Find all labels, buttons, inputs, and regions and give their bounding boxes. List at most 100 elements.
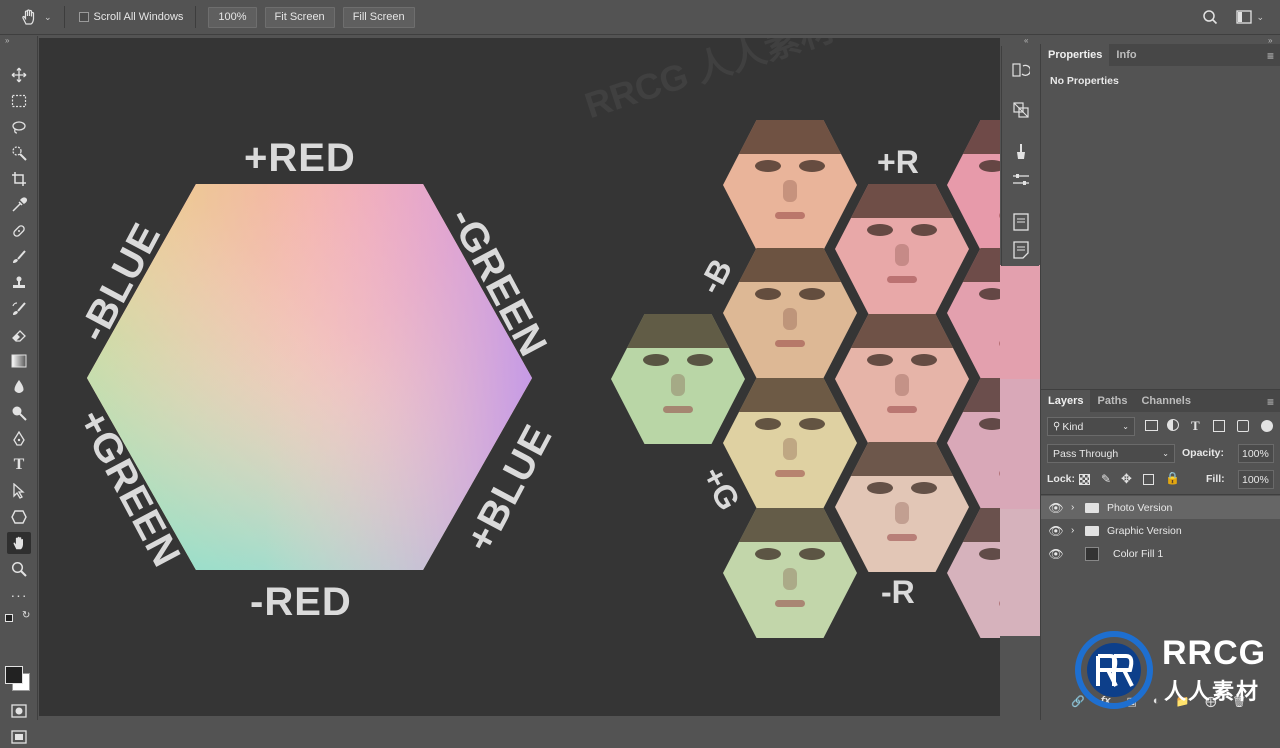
- search-icon[interactable]: [1202, 9, 1218, 25]
- tab-info[interactable]: Info: [1109, 44, 1143, 66]
- gradient-icon[interactable]: [7, 350, 31, 372]
- history-brush-icon[interactable]: [7, 298, 31, 320]
- opacity-value: 100%: [1242, 447, 1269, 460]
- filter-pixel-icon[interactable]: [1145, 420, 1158, 431]
- eye-icon[interactable]: 👁: [1041, 547, 1071, 561]
- scroll-all-windows-checkbox[interactable]: Scroll All Windows: [78, 11, 183, 23]
- collapse-arrows-icon[interactable]: «: [1024, 36, 1028, 45]
- document-canvas-edge: [1000, 265, 1040, 636]
- opacity-field[interactable]: 100%: [1238, 444, 1274, 463]
- fill-screen-button[interactable]: Fill Screen: [342, 6, 415, 28]
- crop-icon[interactable]: [7, 168, 31, 190]
- layer-row-color-fill[interactable]: 👁 Color Fill 1: [1041, 542, 1280, 565]
- workspace-icon[interactable]: [1236, 10, 1254, 24]
- document-canvas[interactable]: +RED -RED -BLUE -GREEN +GREEN +BLUE +R -…: [39, 38, 1000, 716]
- chevron-down-icon: ⌄: [1122, 422, 1129, 431]
- lock-all-icon[interactable]: 🔒: [1165, 471, 1180, 485]
- path-select-icon[interactable]: [7, 480, 31, 502]
- zoom-icon[interactable]: [7, 558, 31, 580]
- lock-label: Lock:: [1047, 473, 1076, 485]
- brush-settings-icon[interactable]: [1011, 142, 1031, 162]
- opacity-label: Opacity:: [1182, 447, 1225, 459]
- filter-smart-object-icon[interactable]: [1237, 420, 1249, 432]
- layer-row-photo-version[interactable]: 👁 › Photo Version: [1041, 496, 1280, 519]
- tab-layers[interactable]: Layers: [1041, 390, 1091, 412]
- chevron-right-icon[interactable]: ›: [1071, 502, 1085, 513]
- hand-icon: [22, 9, 35, 25]
- filter-shape-icon[interactable]: [1213, 420, 1225, 432]
- eyedropper-icon[interactable]: [7, 194, 31, 216]
- fill-label: Fill:: [1206, 473, 1225, 485]
- chevron-right-icon[interactable]: ›: [1071, 525, 1085, 536]
- panel-menu-icon[interactable]: ≡: [1267, 395, 1274, 409]
- brush-icon[interactable]: [7, 246, 31, 268]
- tools-panel: » T ··· ↻: [0, 36, 38, 744]
- notes-icon[interactable]: [1011, 240, 1031, 260]
- chevron-down-icon: ⌄: [1162, 449, 1169, 458]
- layer-name: Color Fill 1: [1113, 547, 1164, 560]
- marquee-icon[interactable]: [7, 90, 31, 112]
- panel-menu-icon[interactable]: ≡: [1267, 49, 1274, 63]
- properties-tabs: Properties Info: [1041, 44, 1280, 66]
- blend-mode-select[interactable]: Pass Through ⌄: [1047, 444, 1175, 463]
- screen-mode-icon[interactable]: [7, 726, 31, 748]
- filter-kind-label: Kind: [1062, 420, 1084, 433]
- separator: [195, 6, 197, 28]
- healing-icon[interactable]: [7, 220, 31, 242]
- lock-transparency-icon[interactable]: [1079, 474, 1090, 485]
- collapse-arrows-icon[interactable]: »: [5, 36, 9, 45]
- fit-screen-button[interactable]: Fit Screen: [264, 6, 335, 28]
- filter-toggle[interactable]: [1261, 420, 1273, 432]
- quick-mask-icon[interactable]: [7, 700, 31, 722]
- pen-icon[interactable]: [7, 428, 31, 450]
- type-icon[interactable]: T: [7, 454, 31, 476]
- transform-icon[interactable]: [1011, 100, 1031, 120]
- zoom-100-button[interactable]: 100%: [208, 6, 257, 28]
- quick-select-icon[interactable]: [7, 142, 31, 164]
- logo-subtext: 人人素材: [1164, 679, 1261, 704]
- filter-type-icon[interactable]: T: [1191, 418, 1200, 434]
- layer-name: Photo Version: [1107, 501, 1173, 514]
- label-plus-red: +RED: [244, 136, 356, 180]
- eye-icon[interactable]: 👁: [1041, 524, 1071, 538]
- folder-icon: [1085, 525, 1099, 536]
- options-bar: ⌄ Scroll All Windows 100% Fit Screen Fil…: [0, 0, 1280, 35]
- dodge-icon[interactable]: [7, 402, 31, 424]
- default-colors-icon[interactable]: [5, 614, 13, 622]
- tab-channels[interactable]: Channels: [1134, 390, 1198, 412]
- more-tools-icon[interactable]: ···: [7, 584, 31, 606]
- lock-artboard-icon[interactable]: [1143, 474, 1154, 485]
- swap-colors-icon[interactable]: ↻: [22, 610, 30, 621]
- fill-field[interactable]: 100%: [1238, 470, 1274, 489]
- face-hexagon: [1000, 265, 1040, 381]
- foreground-color-icon[interactable]: [5, 666, 23, 684]
- eraser-icon[interactable]: [7, 324, 31, 346]
- hand-icon[interactable]: [7, 532, 31, 554]
- label-plus-r: +R: [877, 144, 919, 180]
- layer-row-graphic-version[interactable]: 👁 › Graphic Version: [1041, 519, 1280, 542]
- lock-pixels-icon[interactable]: ✎: [1101, 472, 1111, 486]
- move-icon[interactable]: [7, 64, 31, 86]
- face-hexagon: [1000, 509, 1040, 636]
- hand-tool-preset[interactable]: ⌄: [20, 8, 52, 26]
- adjustments-icon[interactable]: [1011, 170, 1031, 190]
- lock-position-icon[interactable]: ✥: [1121, 471, 1132, 487]
- eye-icon[interactable]: 👁: [1041, 501, 1071, 515]
- lasso-icon[interactable]: [7, 116, 31, 138]
- checkbox-box: [78, 12, 89, 22]
- libraries-icon[interactable]: [1011, 212, 1031, 232]
- tab-properties[interactable]: Properties: [1041, 44, 1110, 66]
- tab-paths[interactable]: Paths: [1090, 390, 1134, 412]
- filter-kind-select[interactable]: ⚲ Kind ⌄: [1047, 417, 1135, 436]
- stamp-icon[interactable]: [7, 272, 31, 294]
- history-icon[interactable]: [1011, 60, 1031, 80]
- shape-icon[interactable]: [7, 506, 31, 528]
- rrcg-emblem-icon: [1075, 631, 1153, 709]
- color-fill-thumbnail: [1085, 546, 1099, 561]
- chevron-down-icon[interactable]: ⌄: [1256, 12, 1264, 23]
- face-hexagon: [1000, 379, 1040, 509]
- fill-value: 100%: [1242, 473, 1269, 486]
- blur-icon[interactable]: [7, 376, 31, 398]
- properties-panel: Properties Info ≡ No Properties: [1040, 44, 1280, 389]
- filter-adjustment-icon[interactable]: [1167, 419, 1179, 431]
